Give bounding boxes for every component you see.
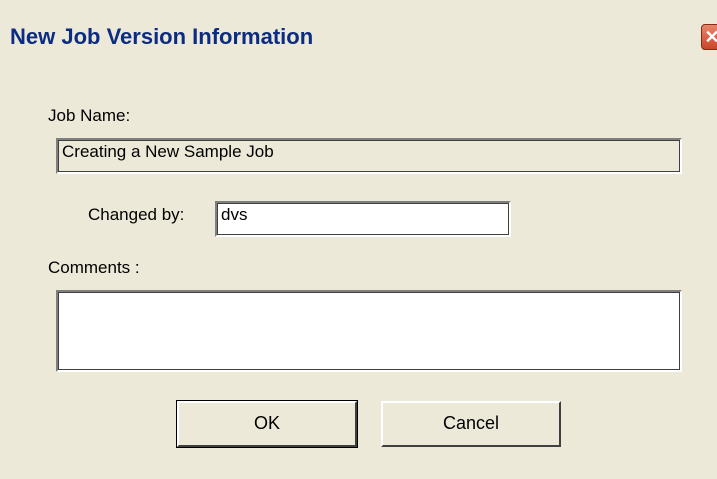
comments-input[interactable] bbox=[56, 290, 682, 372]
changed-by-input[interactable]: dvs bbox=[215, 201, 511, 237]
changed-by-label: Changed by: bbox=[88, 205, 185, 224]
ok-button[interactable]: OK bbox=[176, 400, 358, 448]
close-button[interactable]: ✕ bbox=[701, 24, 717, 50]
cancel-button[interactable]: Cancel bbox=[381, 401, 561, 447]
job-name-label: Job Name: bbox=[48, 106, 131, 125]
window-title: New Job Version Information bbox=[10, 24, 314, 49]
job-name-field: Creating a New Sample Job bbox=[56, 138, 682, 174]
comments-label: Comments : bbox=[48, 258, 140, 277]
window-border bbox=[0, 70, 8, 479]
job-version-dialog: New Job Version Information ✕ Job Name: … bbox=[0, 0, 717, 479]
title-bar[interactable]: New Job Version Information ✕ bbox=[0, 0, 717, 70]
close-icon: ✕ bbox=[704, 27, 717, 47]
